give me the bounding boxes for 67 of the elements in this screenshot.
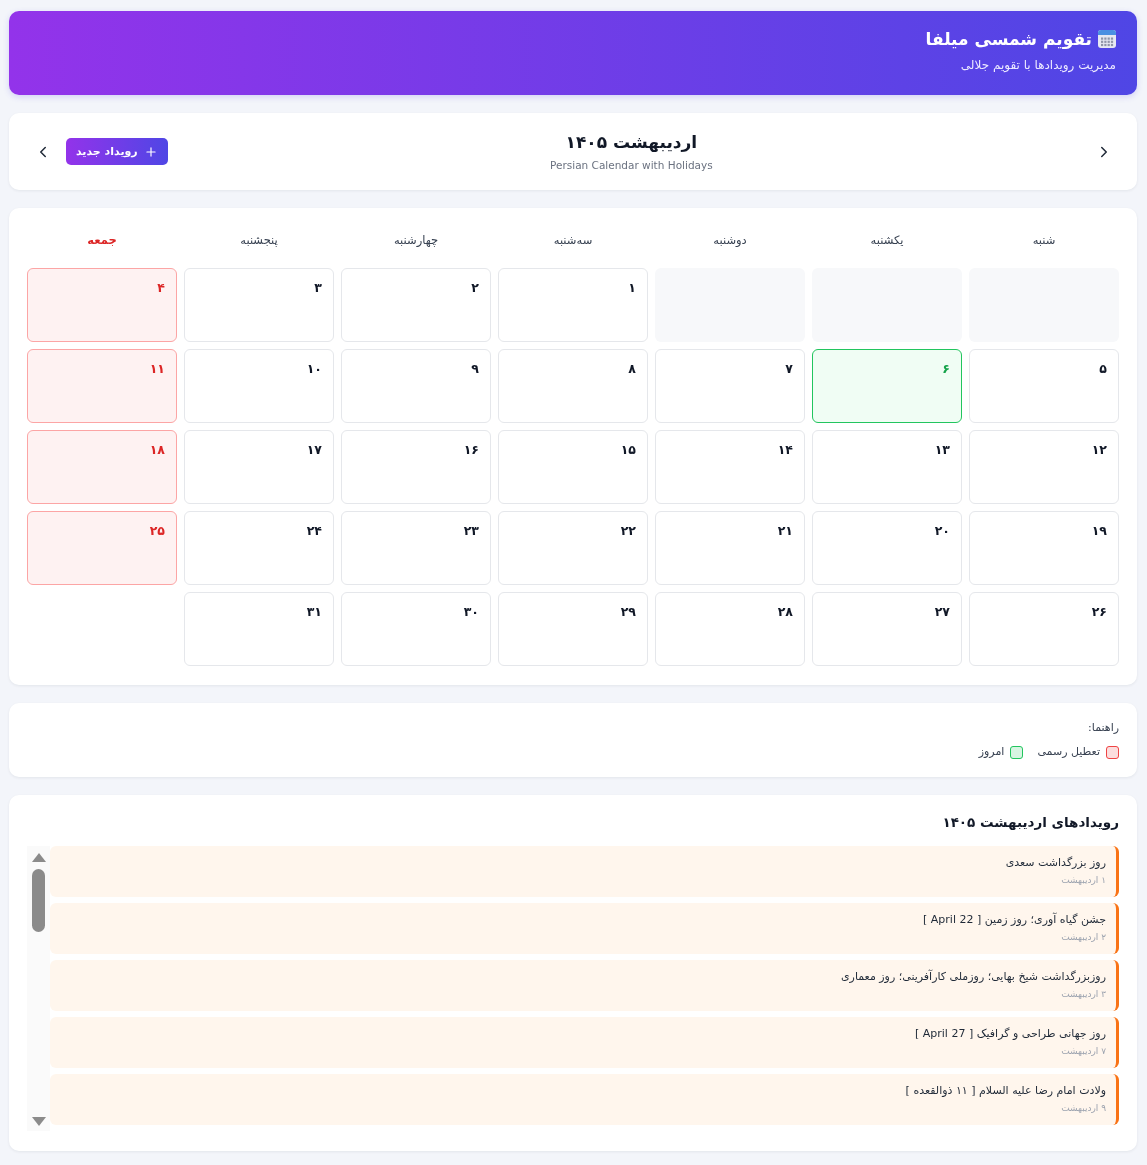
day-cell[interactable]: ۳۰ xyxy=(341,592,491,666)
event-card[interactable]: جشن گیاه آوری؛ روز زمین [ April 22 ] ۲ اردیبهشت xyxy=(50,903,1119,954)
legend-title: راهنما: xyxy=(1088,721,1119,735)
day-cell[interactable]: ۱۶ xyxy=(341,430,491,504)
event-title: روز جهانی طراحی و گرافیک [ April 27 ] xyxy=(914,1027,1106,1041)
day-cell[interactable]: ۳ xyxy=(184,268,334,342)
day-cell[interactable]: ۱ xyxy=(498,268,648,342)
day-cell[interactable]: ۱۴ xyxy=(655,430,805,504)
legend-label: امروز xyxy=(978,745,1005,759)
weekday-header: چهارشنبه xyxy=(393,232,439,249)
event-title: جشن گیاه آوری؛ روز زمین [ April 22 ] xyxy=(923,913,1106,927)
day-cell[interactable]: ۱۰ xyxy=(184,349,334,423)
day-cell[interactable]: ۳۱ xyxy=(184,592,334,666)
event-title: روز بزرگداشت سعدی xyxy=(1005,856,1106,870)
day-cell[interactable]: ۵ xyxy=(969,349,1119,423)
day-cell[interactable]: ۲ xyxy=(341,268,491,342)
event-date: ۷ اردیبهشت xyxy=(1061,1045,1106,1057)
day-cell[interactable]: ۲۳ xyxy=(341,511,491,585)
day-cell[interactable]: ۲۹ xyxy=(498,592,648,666)
day-cell[interactable]: ۱۳ xyxy=(812,430,962,504)
day-cell[interactable]: ۲۱ xyxy=(655,511,805,585)
day-cell[interactable]: ۲۷ xyxy=(812,592,962,666)
event-title: ولادت امام رضا علیه السلام [ ۱۱ ذوالقعده ] xyxy=(905,1084,1106,1098)
day-cell[interactable]: ۹ xyxy=(341,349,491,423)
day-cell[interactable]: ۱۷ xyxy=(184,430,334,504)
scroll-up-icon[interactable] xyxy=(31,853,46,862)
event-title: روزبزرگداشت شیخ بهایی؛ روزملی کارآفرینی؛ روز معماری xyxy=(840,970,1106,984)
app-title: تقویم شمسی میلفا xyxy=(925,28,1092,51)
event-card[interactable]: روزبزرگداشت شیخ بهایی؛ روزملی کارآفرینی؛ روز معماری ۳ اردیبهشت xyxy=(50,960,1119,1011)
day-cell[interactable]: ۲۲ xyxy=(498,511,648,585)
event-date: ۲ اردیبهشت xyxy=(1061,931,1106,943)
day-cell[interactable]: ۱۹ xyxy=(969,511,1119,585)
event-card[interactable]: روز بزرگداشت سعدی ۱ اردیبهشت xyxy=(50,846,1119,897)
scrollbar-track[interactable] xyxy=(27,846,50,1131)
weekday-header: سه‌شنبه xyxy=(553,232,593,249)
event-date: ۹ اردیبهشت xyxy=(1061,1102,1106,1114)
scroll-down-icon[interactable] xyxy=(31,1117,46,1126)
day-cell[interactable]: ۱۵ xyxy=(498,430,648,504)
weekday-header: پنجشنبه xyxy=(240,232,278,249)
day-cell[interactable]: ۱۲ xyxy=(969,430,1119,504)
event-card[interactable]: ولادت امام رضا علیه السلام [ ۱۱ ذوالقعده ] ۹ اردیبهشت xyxy=(50,1074,1119,1125)
day-cell[interactable]: ۴ xyxy=(27,268,177,342)
scrollbar-thumb[interactable] xyxy=(32,869,45,932)
day-cell[interactable]: ۱۱ xyxy=(27,349,177,423)
day-cell[interactable]: ۷ xyxy=(655,349,805,423)
event-date: ۱ اردیبهشت xyxy=(1061,874,1106,886)
day-cell[interactable]: ۸ xyxy=(498,349,648,423)
day-cell[interactable]: ۲۵ xyxy=(27,511,177,585)
weekday-header: جمعه xyxy=(87,232,117,249)
day-cell[interactable]: ۲۰ xyxy=(812,511,962,585)
weekday-header: شنبه xyxy=(1032,232,1056,249)
day-cell[interactable]: ۲۸ xyxy=(655,592,805,666)
app-subtitle: مدیریت رویدادها با تقویم جلالی xyxy=(960,57,1116,73)
plus-icon xyxy=(143,144,158,159)
weekday-header: دوشنبه xyxy=(713,232,747,249)
day-cell[interactable]: ۲۶ xyxy=(969,592,1119,666)
event-card[interactable]: روز جهانی طراحی و گرافیک [ April 27 ] ۷ اردیبهشت xyxy=(50,1017,1119,1068)
legend-label: تعطیل رسمی xyxy=(1037,745,1100,759)
calendar-icon xyxy=(1098,30,1116,48)
month-title: اردیبهشت ۱۴۰۵ xyxy=(565,131,698,153)
event-date: ۳ اردیبهشت xyxy=(1061,988,1106,1000)
month-subtitle: Persian Calendar with Holidays xyxy=(550,158,713,172)
day-cell[interactable]: ۲۴ xyxy=(184,511,334,585)
weekday-header: یکشنبه xyxy=(870,232,904,249)
events-title: رویدادهای اردیبهشت ۱۴۰۵ xyxy=(942,814,1119,831)
day-cell[interactable]: ۱۸ xyxy=(27,430,177,504)
new-event-button[interactable]: رویداد جدید xyxy=(66,138,168,165)
